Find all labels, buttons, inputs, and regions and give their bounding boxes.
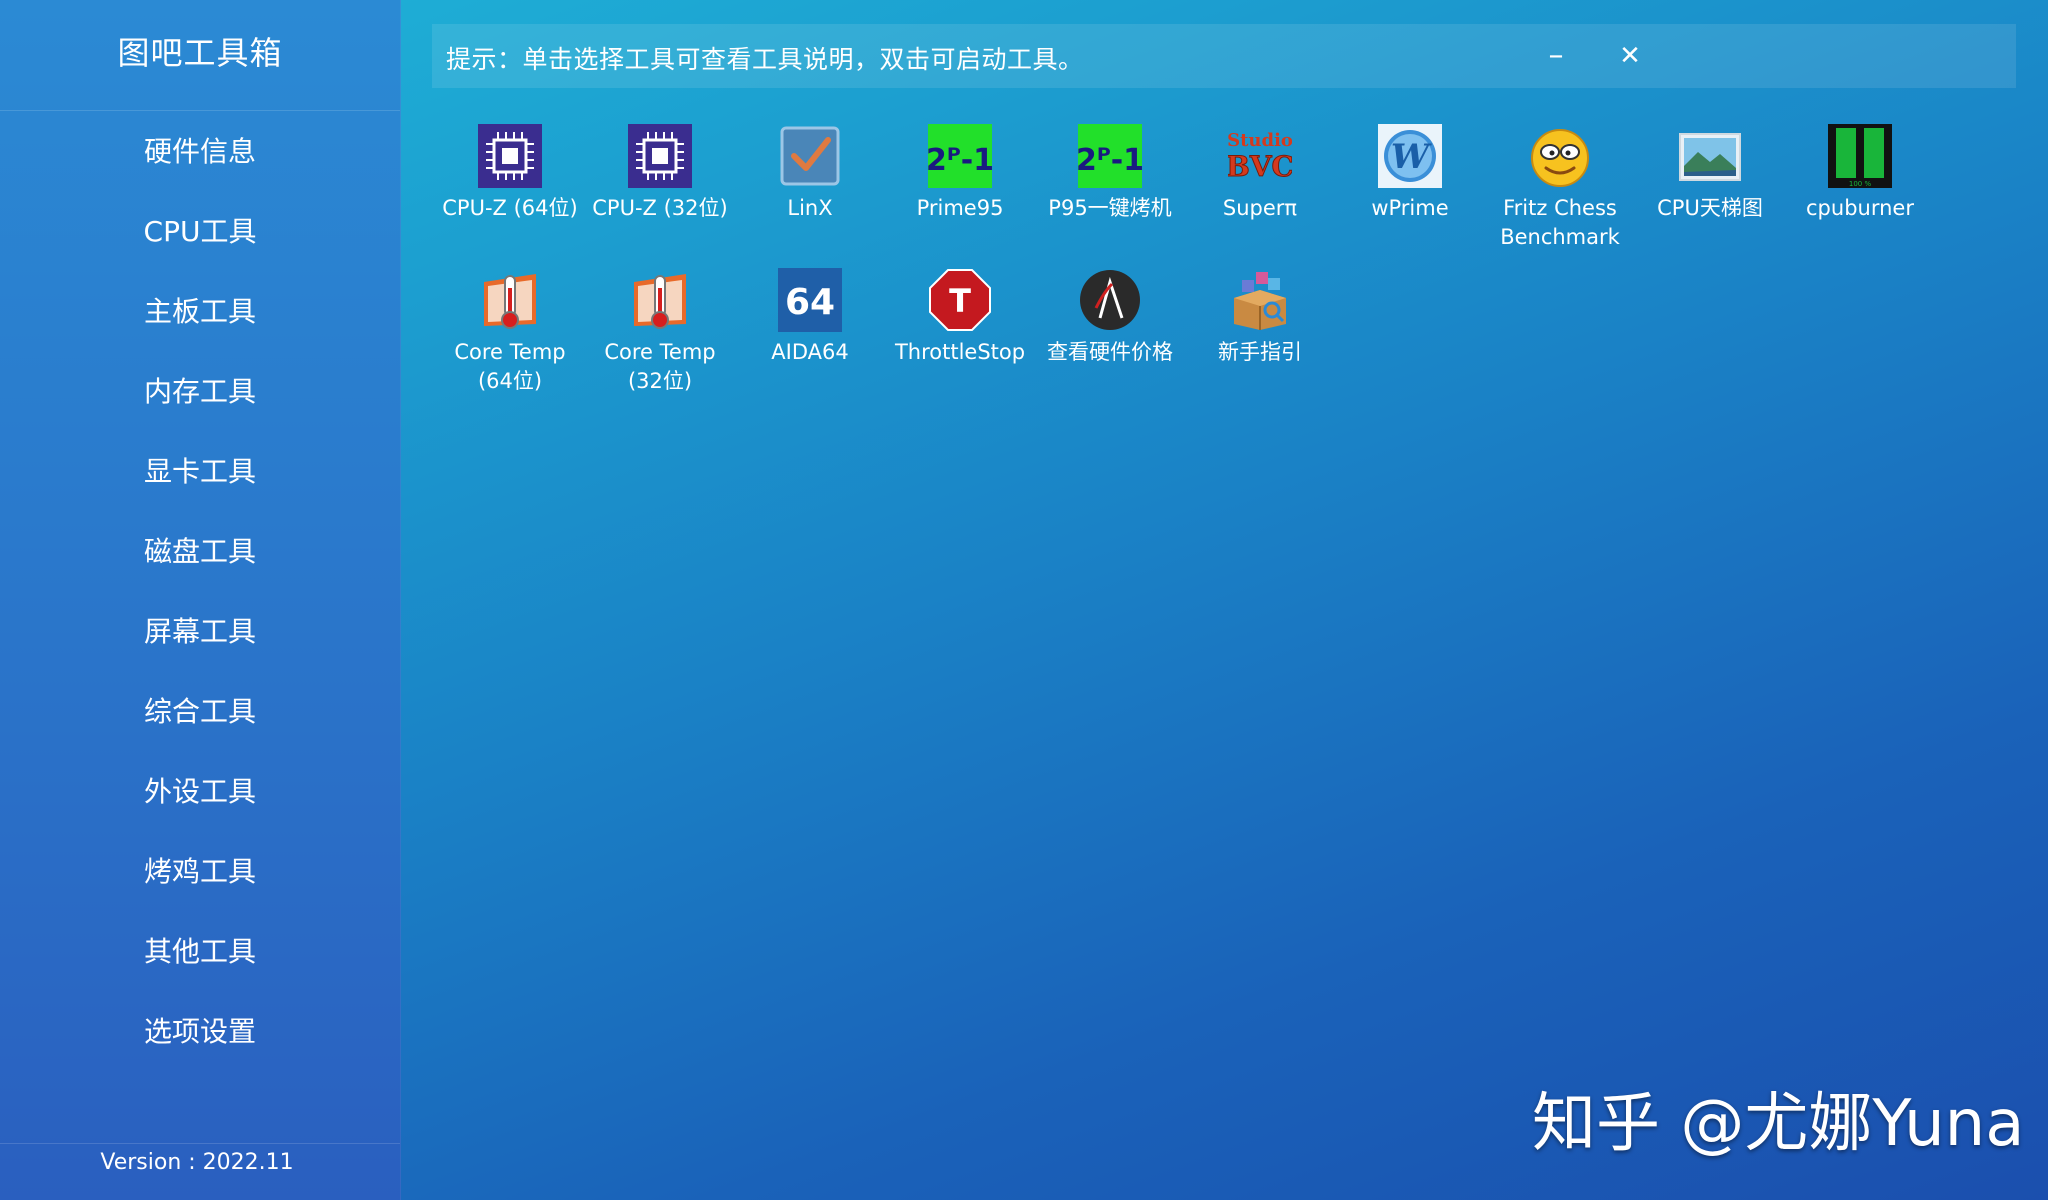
version-label: Version : 2022.11 <box>100 1150 294 1175</box>
icon-text: T <box>949 282 971 320</box>
icon-text: BVC <box>1228 150 1292 183</box>
nav-item-disk-tools[interactable]: 磁盘工具 <box>0 520 400 600</box>
tool-beginner-guide[interactable]: 新手指引 <box>1190 268 1330 367</box>
aida64-icon: 64 <box>778 268 842 332</box>
tool-linx[interactable]: LinX <box>740 124 880 223</box>
tool-coretemp-64[interactable]: Core Temp (64位) <box>440 268 580 396</box>
category-nav: 硬件信息 CPU工具 主板工具 内存工具 显卡工具 磁盘工具 屏幕工具 综合工具… <box>0 120 400 1080</box>
app-window: 图吧工具箱 硬件信息 CPU工具 主板工具 内存工具 显卡工具 磁盘工具 屏幕工… <box>0 0 2048 1200</box>
tool-p95-burnin[interactable]: 2ᴾ-1 P95一键烤机 <box>1040 124 1180 223</box>
version-divider <box>0 1143 400 1144</box>
nav-item-other-tools[interactable]: 其他工具 <box>0 920 400 1000</box>
tool-label: CPU天梯图 <box>1657 196 1763 220</box>
tool-label: cpuburner <box>1806 196 1914 220</box>
tool-label: LinX <box>787 196 833 220</box>
nav-item-screen-tools[interactable]: 屏幕工具 <box>0 600 400 680</box>
wprime-icon: W <box>1378 124 1442 188</box>
nav-item-general-tools[interactable]: 综合工具 <box>0 680 400 760</box>
sidebar: 图吧工具箱 硬件信息 CPU工具 主板工具 内存工具 显卡工具 磁盘工具 屏幕工… <box>0 0 401 1200</box>
tool-aida64[interactable]: 64 AIDA64 <box>740 268 880 367</box>
superpi-icon: Studio BVC <box>1228 130 1292 184</box>
icon-text: 64 <box>785 282 835 323</box>
icon-text: 2ᴾ-1 <box>928 143 992 178</box>
tool-cpuz-64[interactable]: CPU-Z (64位) <box>440 124 580 223</box>
tool-label: wPrime <box>1371 196 1449 220</box>
tool-superpi[interactable]: Studio BVC Superπ <box>1190 124 1330 223</box>
tool-label: P95一键烤机 <box>1048 196 1172 220</box>
cpu-z-icon <box>628 124 692 188</box>
nav-item-stress-tools[interactable]: 烤鸡工具 <box>0 840 400 920</box>
prime95-icon: 2ᴾ-1 <box>928 124 992 188</box>
throttlestop-icon: T <box>929 269 991 331</box>
tool-cpu-ladder[interactable]: CPU天梯图 <box>1640 124 1780 223</box>
svg-text:Studio: Studio <box>1228 130 1292 151</box>
nav-item-motherboard-tools[interactable]: 主板工具 <box>0 280 400 360</box>
tool-cpuburner[interactable]: 100 % cpuburner <box>1790 124 1930 223</box>
cpuburner-icon: 100 % <box>1828 124 1892 188</box>
nav-item-settings[interactable]: 选项设置 <box>0 1000 400 1080</box>
tool-grid: CPU-Z (64位) CPU-Z (32位) LinX 2ᴾ-1 Prime9… <box>440 124 1940 424</box>
tool-wprime[interactable]: W wPrime <box>1340 124 1480 223</box>
watermark: 知乎 @尤娜Yuna <box>1532 1087 2025 1161</box>
tool-prime95[interactable]: 2ᴾ-1 Prime95 <box>890 124 1030 223</box>
tool-label: Prime95 <box>916 196 1004 220</box>
thermometer-icon <box>484 274 536 329</box>
tool-cpuz-32[interactable]: CPU-Z (32位) <box>590 124 730 223</box>
nav-item-memory-tools[interactable]: 内存工具 <box>0 360 400 440</box>
fritz-face-icon <box>1531 129 1589 187</box>
landscape-image-icon <box>1679 133 1741 181</box>
guide-box-icon <box>1234 272 1286 330</box>
tool-label: 查看硬件价格 <box>1047 340 1173 364</box>
nav-item-cpu-tools[interactable]: CPU工具 <box>0 200 400 280</box>
minimize-button[interactable]: – <box>1538 38 1574 74</box>
tool-hardware-price[interactable]: 查看硬件价格 <box>1040 268 1180 367</box>
tool-throttlestop[interactable]: T ThrottleStop <box>890 268 1030 367</box>
title-divider <box>0 110 400 111</box>
tool-label: Fritz Chess Benchmark <box>1500 196 1620 249</box>
icon-text: 2ᴾ-1 <box>1078 143 1142 178</box>
linx-check-icon <box>780 126 840 186</box>
tool-label: 新手指引 <box>1218 340 1302 364</box>
nav-item-hardware-info[interactable]: 硬件信息 <box>0 120 400 200</box>
tool-coretemp-32[interactable]: Core Temp (32位) <box>590 268 730 396</box>
thermometer-icon <box>634 274 686 329</box>
tool-label: Core Temp (32位) <box>604 340 716 393</box>
price-check-icon <box>1080 270 1140 330</box>
tool-label: CPU-Z (32位) <box>592 196 728 220</box>
cpu-z-icon <box>478 124 542 188</box>
tool-label: Core Temp (64位) <box>454 340 566 393</box>
icon-text: W <box>1391 137 1432 177</box>
close-button[interactable]: ✕ <box>1612 38 1648 74</box>
tool-label: CPU-Z (64位) <box>442 196 578 220</box>
nav-item-gpu-tools[interactable]: 显卡工具 <box>0 440 400 520</box>
hint-text: 提示：单击选择工具可查看工具说明，双击可启动工具。 <box>446 45 1084 74</box>
tool-label: AIDA64 <box>771 340 849 364</box>
tool-label: ThrottleStop <box>894 340 1026 364</box>
tool-fritz-chess[interactable]: Fritz Chess Benchmark <box>1490 124 1630 252</box>
prime95-icon: 2ᴾ-1 <box>1078 124 1142 188</box>
tool-label: Superπ <box>1222 196 1298 220</box>
app-title: 图吧工具箱 <box>117 34 283 72</box>
nav-item-peripheral-tools[interactable]: 外设工具 <box>0 760 400 840</box>
svg-text:100 %: 100 % <box>1849 180 1872 188</box>
hint-bar: 提示：单击选择工具可查看工具说明，双击可启动工具。 – ✕ <box>432 24 2016 88</box>
